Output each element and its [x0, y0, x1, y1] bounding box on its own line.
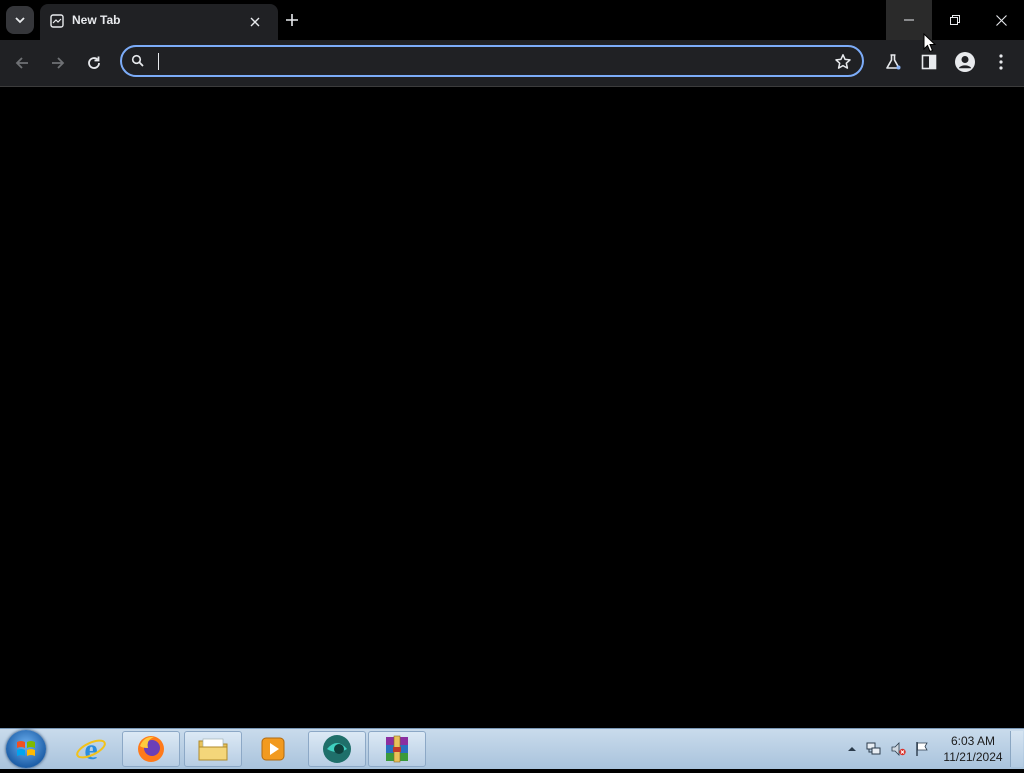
chevron-up-icon: [848, 747, 856, 751]
taskbar-internet-explorer[interactable]: e: [62, 731, 120, 767]
text-caret: [158, 53, 159, 70]
volume-tray-button[interactable]: [890, 741, 906, 757]
clock-time: 6:03 AM: [950, 734, 996, 748]
taskbar-winrar[interactable]: [368, 731, 426, 767]
tab-strip: New Tab: [0, 0, 1024, 40]
media-player-icon: [261, 737, 285, 761]
profile-avatar-icon: [955, 52, 975, 72]
address-input[interactable]: [156, 51, 820, 73]
close-icon: [250, 17, 260, 27]
side-panel-icon: [921, 54, 937, 70]
address-bar[interactable]: [120, 45, 864, 77]
close-icon: [995, 14, 1007, 26]
back-button[interactable]: [8, 49, 36, 77]
window-close-button[interactable]: [978, 0, 1024, 40]
restore-icon: [950, 15, 960, 25]
action-center-tray-button[interactable]: [914, 741, 930, 757]
folder-icon: [198, 738, 228, 761]
taskbar-browser[interactable]: [308, 731, 366, 767]
taskbar-clock[interactable]: 6:03 AM 11/21/2024: [938, 733, 1008, 765]
firefox-icon: [138, 736, 164, 762]
flask-icon: [886, 54, 901, 70]
network-tray-button[interactable]: [866, 741, 882, 757]
svg-text:e: e: [84, 733, 97, 765]
show-desktop-button[interactable]: [1010, 731, 1023, 767]
side-panel-button[interactable]: [918, 51, 940, 73]
clock-date: 11/21/2024: [943, 750, 1003, 764]
browser-app-icon: [323, 735, 351, 763]
flag-icon: [916, 742, 928, 756]
volume-muted-icon: [891, 742, 906, 756]
arrow-right-icon: [52, 57, 65, 69]
more-vertical-icon: [999, 54, 1003, 70]
tab-search-button[interactable]: [6, 6, 34, 34]
new-tab-button[interactable]: [282, 10, 302, 30]
tab-new-tab[interactable]: New Tab: [40, 4, 278, 40]
network-icon: [866, 742, 881, 755]
menu-button[interactable]: [990, 51, 1012, 73]
tab-close-button[interactable]: [246, 13, 264, 31]
start-button[interactable]: [6, 730, 46, 768]
taskbar-file-explorer[interactable]: [184, 731, 242, 767]
profile-button[interactable]: [954, 51, 976, 73]
reload-icon: [88, 56, 100, 69]
search-icon: [131, 54, 144, 67]
internet-explorer-icon: e: [76, 733, 106, 765]
taskbar-firefox[interactable]: [122, 731, 180, 767]
show-hidden-icons-button[interactable]: [844, 741, 860, 757]
bookmark-star-icon[interactable]: [834, 53, 852, 71]
mouse-cursor-icon: [923, 33, 937, 53]
windows-logo-icon: [17, 741, 35, 756]
new-tab-favicon-icon: [50, 14, 64, 28]
page-content[interactable]: [0, 87, 1024, 728]
forward-button[interactable]: [44, 49, 72, 77]
taskbar: e 6:03 AM 11/21/2024: [0, 728, 1024, 769]
plus-icon: [286, 14, 298, 26]
restore-button[interactable]: [932, 0, 978, 40]
arrow-left-icon: [15, 57, 28, 69]
tab-title: New Tab: [72, 13, 121, 27]
browser-toolbar: [0, 40, 1024, 87]
reload-button[interactable]: [80, 49, 108, 77]
labs-flask-button[interactable]: [882, 51, 904, 73]
taskbar-media-player[interactable]: [244, 731, 302, 767]
minimize-icon: [904, 19, 914, 21]
chevron-down-icon: [15, 17, 25, 24]
winrar-icon: [386, 735, 408, 763]
